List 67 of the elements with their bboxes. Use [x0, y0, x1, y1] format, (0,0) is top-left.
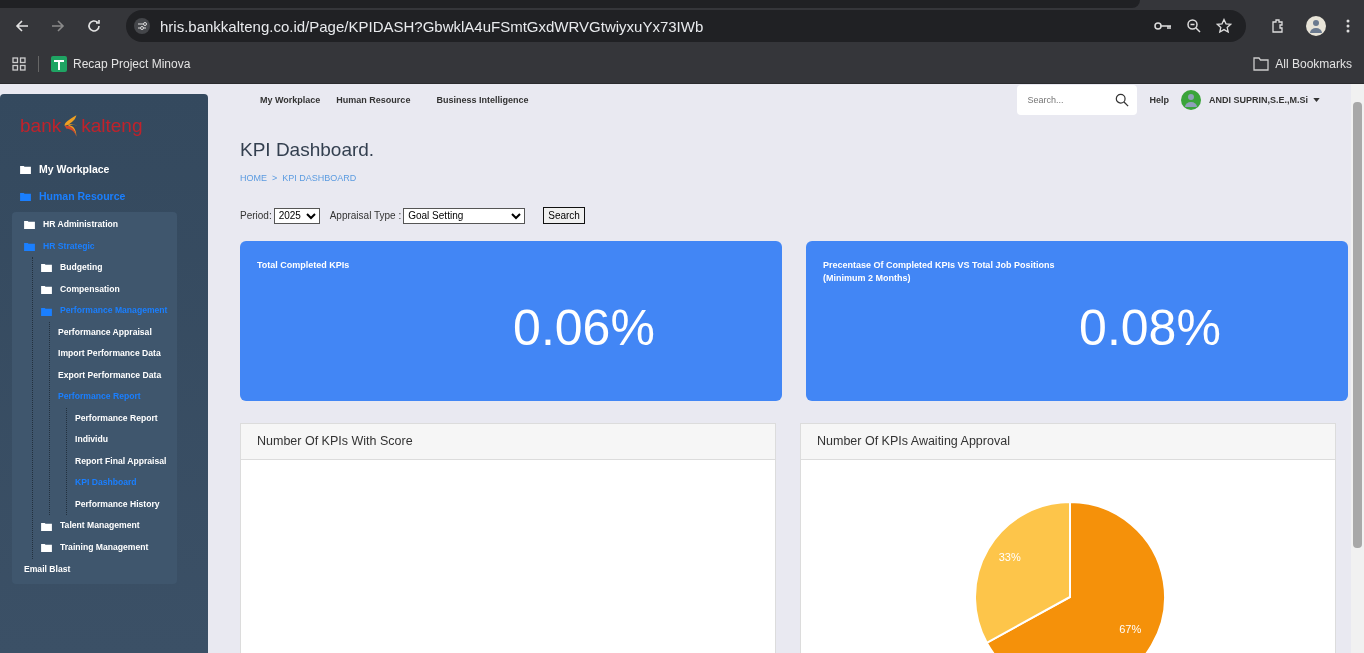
site-settings-icon[interactable]	[134, 18, 150, 34]
period-select[interactable]: 2025	[273, 207, 320, 224]
panel-title: Number Of KPIs With Score	[241, 424, 775, 460]
help-link[interactable]: Help	[1149, 95, 1169, 105]
reload-icon[interactable]	[86, 18, 102, 34]
sidebar-item[interactable]: Individu	[75, 429, 177, 451]
sidebar-item[interactable]: Talent Management	[41, 515, 177, 538]
sidebar-item[interactable]: Performance Report	[75, 407, 177, 430]
sidebar-item[interactable]: Report Final Appraisal	[75, 450, 177, 473]
folder-icon	[41, 285, 52, 295]
stat-title: Precentase Of Completed KPIs VS Total Job Positions (Minimum 2 Months)	[823, 259, 1056, 285]
sidebar-item[interactable]: Export Performance Data	[58, 364, 177, 387]
caret-icon	[1313, 98, 1320, 102]
sidebar-item[interactable]: Performance History	[75, 493, 177, 516]
all-bookmarks[interactable]: All Bookmarks	[1253, 56, 1352, 71]
sidebar-item[interactable]: Budgeting	[41, 257, 177, 279]
folder-icon	[24, 241, 35, 251]
top-nav-link[interactable]: Business Intelligence	[436, 95, 529, 105]
key-icon[interactable]	[1154, 20, 1172, 32]
slice-label: 67%	[1118, 622, 1141, 635]
apps-grid-icon[interactable]	[12, 56, 26, 71]
back-icon[interactable]	[14, 18, 30, 34]
folder-icon	[20, 165, 31, 174]
menu-icon[interactable]	[1346, 18, 1350, 34]
address-bar[interactable]: hris.bankkalteng.co.id/Page/KPIDASH?GbwklA4uFSmtGxdWRVGtwiyxuYx73IWb	[126, 10, 1246, 42]
profile-avatar-icon[interactable]	[1306, 16, 1326, 36]
folder-icon	[1253, 56, 1270, 71]
page-title: KPI Dashboard.	[240, 139, 376, 161]
scrollbar-thumb[interactable]	[1353, 102, 1362, 548]
zoom-icon[interactable]	[1186, 18, 1202, 34]
sheet-icon	[51, 55, 67, 72]
folder-icon	[41, 543, 52, 553]
appraisal-type-select[interactable]: Goal Setting	[403, 207, 526, 224]
user-avatar[interactable]	[1181, 90, 1201, 110]
url-text: hris.bankkalteng.co.id/Page/KPIDASH?GbwklA4uFSmtGxdWRVGtwiyxuYx73IWb	[160, 17, 705, 35]
panel-title: Number Of KPIs Awaiting Approval	[801, 424, 1335, 460]
sidebar-item[interactable]: My Workplace	[0, 156, 208, 183]
scrollbar[interactable]	[1351, 84, 1364, 653]
folder-icon	[41, 263, 52, 273]
sidebar-item[interactable]: Training Management	[41, 537, 177, 559]
sidebar-item[interactable]: Email Blast	[24, 558, 177, 581]
folder-icon	[41, 521, 52, 531]
star-icon[interactable]	[1216, 18, 1232, 34]
sidebar-item[interactable]: Import Performance Data	[58, 343, 177, 365]
sidebar-item[interactable]: Performance Appraisal	[58, 321, 177, 344]
folder-icon	[24, 220, 35, 230]
folder-icon	[41, 306, 52, 316]
bank-logo: bank kalteng	[19, 113, 144, 138]
stat-title: Total Completed KPIs	[257, 259, 351, 272]
search-icon[interactable]	[1115, 93, 1130, 107]
sidebar-item[interactable]: Compensation	[41, 278, 177, 301]
stat-value: 0.06%	[512, 299, 656, 357]
period-label: Period:	[240, 210, 272, 221]
top-nav-link[interactable]: Human Resource	[336, 95, 411, 105]
stat-value: 0.08%	[1078, 299, 1222, 357]
slice-label: 33%	[998, 551, 1021, 564]
search-button[interactable]: Search	[543, 207, 585, 224]
user-menu[interactable]: ANDI SUPRIN,S.E.,M.Si	[1209, 95, 1320, 105]
appraisal-type-label: Appraisal Type :	[329, 210, 402, 221]
forward-icon[interactable]	[50, 18, 66, 34]
folder-icon	[20, 192, 31, 201]
search-field[interactable]: Search...	[1017, 85, 1138, 115]
top-nav-link[interactable]: My Workplace	[260, 95, 321, 105]
sidebar-item[interactable]: HR Administration	[24, 214, 177, 236]
extensions-icon[interactable]	[1270, 18, 1286, 34]
breadcrumb-separator: >	[272, 173, 278, 183]
bookmark[interactable]: Recap Project Minova	[51, 55, 191, 72]
